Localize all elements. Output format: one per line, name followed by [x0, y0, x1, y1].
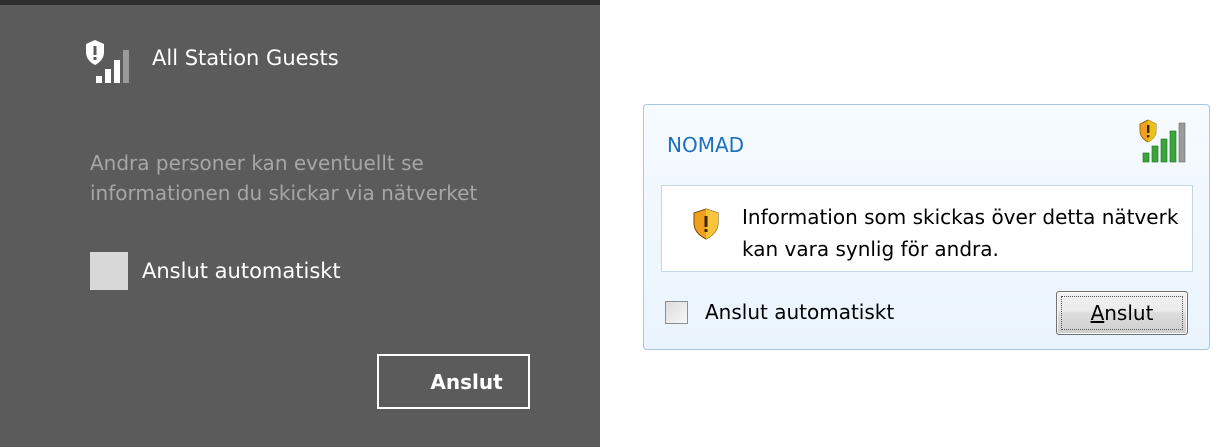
win7-network-flyout: NOMAD Information som skickas över detta…	[643, 104, 1210, 350]
win8-network-flyout: All Station Guests Andra personer kan ev…	[0, 0, 600, 447]
secured-wifi-signal-icon	[84, 38, 134, 84]
win8-security-warning: Andra personer kan eventuellt se informa…	[90, 151, 478, 205]
screenshot-root: All Station Guests Andra personer kan ev…	[0, 0, 1212, 447]
win8-auto-connect-checkbox[interactable]	[90, 252, 128, 290]
win8-top-bar	[0, 0, 600, 5]
win8-network-name: All Station Guests	[152, 46, 339, 70]
win7-security-warning-text: Information som skickas över detta nätve…	[742, 205, 1179, 261]
win8-network-item[interactable]: All Station Guests	[84, 38, 339, 84]
win8-auto-connect-row[interactable]: Anslut automatiskt	[90, 252, 341, 290]
win8-auto-connect-label: Anslut automatiskt	[142, 259, 341, 283]
win8-connect-button[interactable]: Anslut	[377, 354, 530, 409]
win7-connect-button[interactable]: Anslut	[1056, 291, 1188, 335]
win7-auto-connect-label: Anslut automatiskt	[705, 300, 895, 324]
win7-security-warning-box: Information som skickas över detta nätve…	[661, 185, 1193, 272]
security-shield-warning-icon	[692, 208, 720, 240]
win7-auto-connect-row[interactable]: Anslut automatiskt	[665, 300, 894, 324]
win7-auto-connect-checkbox[interactable]	[665, 300, 688, 324]
focus-ring	[1061, 296, 1183, 330]
win7-network-name: NOMAD	[667, 133, 745, 157]
secured-wifi-signal-icon	[1137, 119, 1189, 163]
